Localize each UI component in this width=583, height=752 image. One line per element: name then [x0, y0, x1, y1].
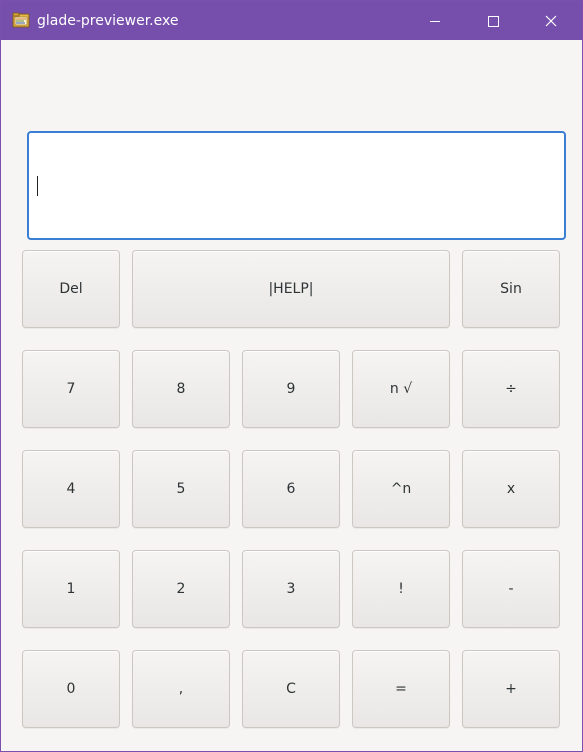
text-caret	[37, 176, 38, 196]
add-button[interactable]: +	[462, 650, 560, 728]
digit-0-button[interactable]: 0	[22, 650, 120, 728]
window-title: glade-previewer.exe	[37, 13, 179, 29]
multiply-button[interactable]: x	[462, 450, 560, 528]
del-button[interactable]: Del	[22, 250, 120, 328]
factorial-button[interactable]: !	[352, 550, 450, 628]
digit-6-button[interactable]: 6	[242, 450, 340, 528]
digit-9-button[interactable]: 9	[242, 350, 340, 428]
nth-root-button[interactable]: n √	[352, 350, 450, 428]
maximize-icon	[488, 15, 499, 27]
power-button[interactable]: ^n	[352, 450, 450, 528]
digit-8-button[interactable]: 8	[132, 350, 230, 428]
title-bar[interactable]: glade-previewer.exe	[1, 1, 582, 40]
subtract-button[interactable]: -	[462, 550, 560, 628]
digit-4-button[interactable]: 4	[22, 450, 120, 528]
clear-button[interactable]: C	[242, 650, 340, 728]
comma-button[interactable]: ,	[132, 650, 230, 728]
close-icon	[545, 15, 557, 26]
close-button[interactable]	[522, 1, 580, 40]
digit-1-button[interactable]: 1	[22, 550, 120, 628]
sin-button[interactable]: Sin	[462, 250, 560, 328]
minimize-button[interactable]	[406, 1, 464, 40]
app-window: glade-previewer.exe Del |HELP| Sin 7 8 9…	[0, 0, 583, 752]
digit-3-button[interactable]: 3	[242, 550, 340, 628]
digit-5-button[interactable]: 5	[132, 450, 230, 528]
minimize-icon	[430, 20, 440, 22]
digit-7-button[interactable]: 7	[22, 350, 120, 428]
app-icon	[12, 12, 30, 28]
digit-2-button[interactable]: 2	[132, 550, 230, 628]
maximize-button[interactable]	[464, 1, 522, 40]
help-button[interactable]: |HELP|	[132, 250, 450, 328]
equals-button[interactable]: =	[352, 650, 450, 728]
display-entry[interactable]	[27, 131, 566, 240]
divide-button[interactable]: ÷	[462, 350, 560, 428]
